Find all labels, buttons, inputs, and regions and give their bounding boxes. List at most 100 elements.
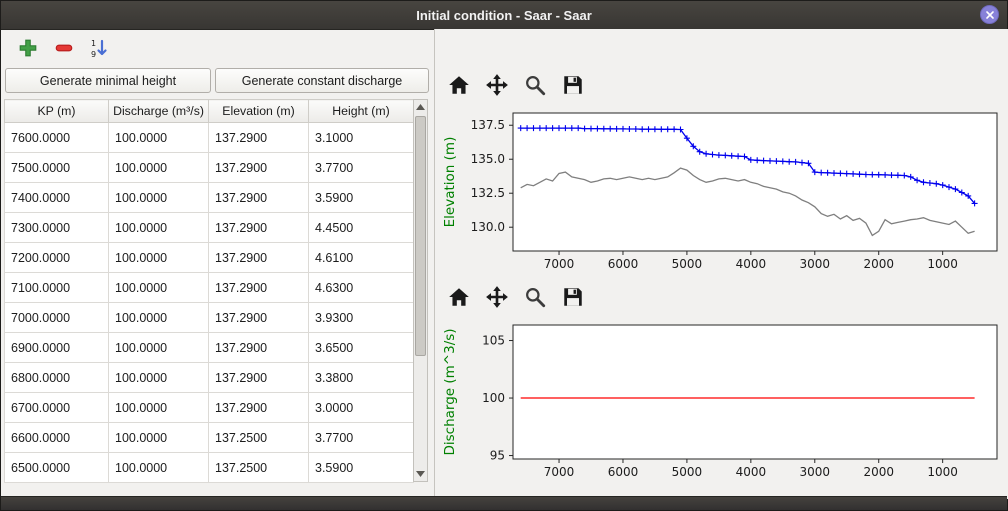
table-cell[interactable]: 137.2900 xyxy=(209,333,309,363)
column-header-discharge[interactable]: Discharge (m³/s) xyxy=(109,100,209,123)
table-cell[interactable]: 100.0000 xyxy=(109,153,209,183)
elevation-home-button[interactable] xyxy=(445,71,475,99)
table-row[interactable]: 7200.0000100.0000137.29004.6100 xyxy=(5,243,414,273)
table-cell[interactable]: 137.2900 xyxy=(209,183,309,213)
svg-text:7000: 7000 xyxy=(544,465,575,479)
elevation-zoom-button[interactable] xyxy=(521,71,551,99)
table-cell[interactable]: 3.5900 xyxy=(309,453,414,483)
generate-constant-discharge-button[interactable]: Generate constant discharge xyxy=(215,68,429,93)
table-cell[interactable]: 7500.0000 xyxy=(5,153,109,183)
pan-icon xyxy=(485,73,509,97)
table-row[interactable]: 6500.0000100.0000137.25003.5900 xyxy=(5,453,414,483)
generate-minimal-height-button[interactable]: Generate minimal height xyxy=(5,68,211,93)
table-cell[interactable]: 137.2900 xyxy=(209,363,309,393)
table-cell[interactable]: 100.0000 xyxy=(109,453,209,483)
table-cell[interactable]: 100.0000 xyxy=(109,213,209,243)
column-header-height[interactable]: Height (m) xyxy=(309,100,414,123)
table-cell[interactable]: 137.2900 xyxy=(209,243,309,273)
zoom-icon xyxy=(523,285,547,309)
discharge-save-button[interactable] xyxy=(559,283,589,311)
close-icon xyxy=(985,10,995,20)
column-header-elevation[interactable]: Elevation (m) xyxy=(209,100,309,123)
table-row[interactable]: 7000.0000100.0000137.29003.9300 xyxy=(5,303,414,333)
discharge-zoom-button[interactable] xyxy=(521,283,551,311)
plus-icon xyxy=(18,38,38,58)
table-cell[interactable]: 6900.0000 xyxy=(5,333,109,363)
table-cell[interactable]: 3.1000 xyxy=(309,123,414,153)
discharge-home-button[interactable] xyxy=(445,283,475,311)
table-row[interactable]: 6900.0000100.0000137.29003.6500 xyxy=(5,333,414,363)
table-row[interactable]: 7600.0000100.0000137.29003.1000 xyxy=(5,123,414,153)
elevation-pan-button[interactable] xyxy=(483,71,513,99)
table-cell[interactable]: 100.0000 xyxy=(109,303,209,333)
scrollbar-down-arrow[interactable] xyxy=(414,467,427,481)
table-cell[interactable]: 7600.0000 xyxy=(5,123,109,153)
table-cell[interactable]: 7400.0000 xyxy=(5,183,109,213)
svg-text:100: 100 xyxy=(482,391,505,405)
table-row[interactable]: 6600.0000100.0000137.25003.7700 xyxy=(5,423,414,453)
sort-rows-button[interactable]: 1 9 xyxy=(86,34,114,62)
table-cell[interactable]: 137.2900 xyxy=(209,393,309,423)
table-cell[interactable]: 137.2900 xyxy=(209,123,309,153)
table-cell[interactable]: 4.6300 xyxy=(309,273,414,303)
table-cell[interactable]: 137.2500 xyxy=(209,423,309,453)
table-cell[interactable]: 137.2900 xyxy=(209,153,309,183)
table-cell[interactable]: 7300.0000 xyxy=(5,213,109,243)
table-cell[interactable]: 100.0000 xyxy=(109,333,209,363)
table-row[interactable]: 6800.0000100.0000137.29003.3800 xyxy=(5,363,414,393)
scrollbar-thumb[interactable] xyxy=(415,116,426,356)
table-cell[interactable]: 100.0000 xyxy=(109,273,209,303)
titlebar[interactable]: Initial condition - Saar - Saar xyxy=(1,1,1007,30)
table-cell[interactable]: 7200.0000 xyxy=(5,243,109,273)
table-cell[interactable]: 3.3800 xyxy=(309,363,414,393)
table-row[interactable]: 7400.0000100.0000137.29003.5900 xyxy=(5,183,414,213)
table-cell[interactable]: 100.0000 xyxy=(109,393,209,423)
table-cell[interactable]: 3.6500 xyxy=(309,333,414,363)
table-row[interactable]: 6700.0000100.0000137.29003.0000 xyxy=(5,393,414,423)
svg-text:130.0: 130.0 xyxy=(471,220,505,234)
table-vertical-scrollbar[interactable] xyxy=(413,99,428,482)
table-row[interactable]: 7100.0000100.0000137.29004.6300 xyxy=(5,273,414,303)
elevation-chart-canvas[interactable]: 7000600050004000300020001000130.0132.513… xyxy=(437,103,1005,281)
table-cell[interactable]: 3.9300 xyxy=(309,303,414,333)
table-cell[interactable]: 100.0000 xyxy=(109,363,209,393)
zoom-icon xyxy=(523,73,547,97)
home-icon xyxy=(447,285,471,309)
table-cell[interactable]: 137.2900 xyxy=(209,213,309,243)
main-toolbar: 1 9 xyxy=(1,29,433,65)
table-cell[interactable]: 100.0000 xyxy=(109,123,209,153)
remove-row-button[interactable] xyxy=(51,34,79,62)
table-cell[interactable]: 6700.0000 xyxy=(5,393,109,423)
table-cell[interactable]: 3.7700 xyxy=(309,423,414,453)
table-cell[interactable]: 3.7700 xyxy=(309,153,414,183)
add-row-button[interactable] xyxy=(15,34,43,62)
table-row[interactable]: 7300.0000100.0000137.29004.4500 xyxy=(5,213,414,243)
table-cell[interactable]: 6500.0000 xyxy=(5,453,109,483)
table-cell[interactable]: 100.0000 xyxy=(109,243,209,273)
svg-text:132.5: 132.5 xyxy=(471,186,505,200)
table-cell[interactable]: 3.5900 xyxy=(309,183,414,213)
table-cell[interactable]: 100.0000 xyxy=(109,183,209,213)
table-cell[interactable]: 100.0000 xyxy=(109,423,209,453)
save-icon xyxy=(561,73,585,97)
column-header-kp[interactable]: KP (m) xyxy=(5,100,109,123)
table-cell[interactable]: 4.4500 xyxy=(309,213,414,243)
table-cell[interactable]: 3.0000 xyxy=(309,393,414,423)
discharge-chart-canvas[interactable]: 700060005000400030002000100095100105Disc… xyxy=(437,315,1005,489)
table-cell[interactable]: 6600.0000 xyxy=(5,423,109,453)
table-cell[interactable]: 7000.0000 xyxy=(5,303,109,333)
table-cell[interactable]: 137.2900 xyxy=(209,273,309,303)
table-cell[interactable]: 4.6100 xyxy=(309,243,414,273)
discharge-pan-button[interactable] xyxy=(483,283,513,311)
table-row[interactable]: 7500.0000100.0000137.29003.7700 xyxy=(5,153,414,183)
elevation-save-button[interactable] xyxy=(559,71,589,99)
y-axis-label: Discharge (m^3/s) xyxy=(442,328,458,455)
pan-icon xyxy=(485,285,509,309)
table-cell[interactable]: 137.2900 xyxy=(209,303,309,333)
table-cell[interactable]: 6800.0000 xyxy=(5,363,109,393)
table-cell[interactable]: 7100.0000 xyxy=(5,273,109,303)
close-button[interactable] xyxy=(980,5,999,24)
table-cell[interactable]: 137.2500 xyxy=(209,453,309,483)
svg-text:1000: 1000 xyxy=(927,465,958,479)
scrollbar-up-arrow[interactable] xyxy=(414,100,427,114)
